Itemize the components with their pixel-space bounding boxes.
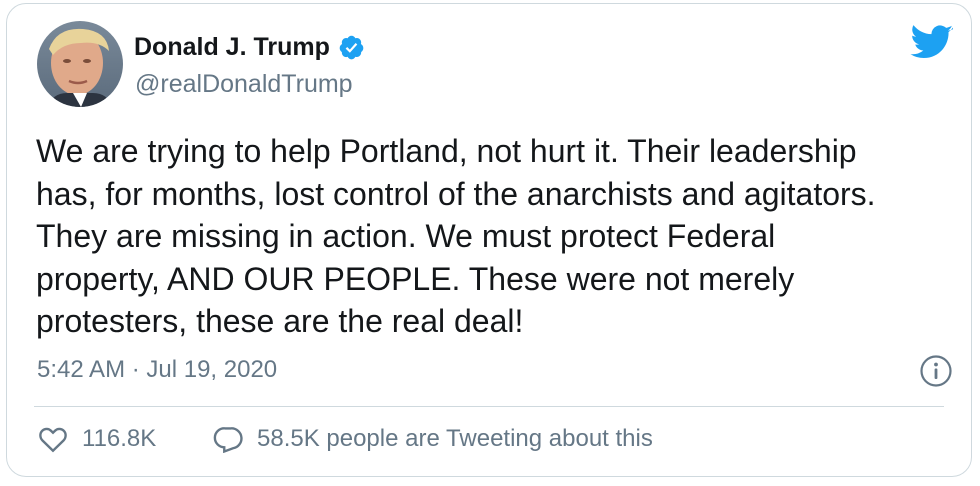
tweet-card: Donald J. Trump @realDonaldTrump We are … xyxy=(6,3,972,477)
heart-icon xyxy=(39,427,67,453)
author-row: Donald J. Trump xyxy=(134,33,365,62)
verified-badge-icon xyxy=(339,35,364,60)
divider xyxy=(34,406,944,407)
like-count: 116.8K xyxy=(82,425,157,452)
twitter-bird-icon[interactable] xyxy=(910,25,954,61)
discussion-button[interactable]: 58.5K people are Tweeting about this xyxy=(213,425,653,453)
tweet-text: We are trying to help Portland, not hurt… xyxy=(36,133,876,339)
like-button[interactable]: 116.8K xyxy=(38,425,156,453)
reply-bubble-icon xyxy=(213,427,243,453)
avatar-image xyxy=(37,21,123,107)
tweet-timestamp[interactable]: 5:42 AM · Jul 19, 2020 xyxy=(37,356,277,384)
info-icon[interactable] xyxy=(919,354,953,388)
author-name[interactable]: Donald J. Trump xyxy=(134,33,330,62)
author-handle[interactable]: @realDonaldTrump xyxy=(135,70,353,99)
avatar[interactable] xyxy=(37,21,123,107)
discussion-count: 58.5K people are Tweeting about this xyxy=(257,425,653,452)
